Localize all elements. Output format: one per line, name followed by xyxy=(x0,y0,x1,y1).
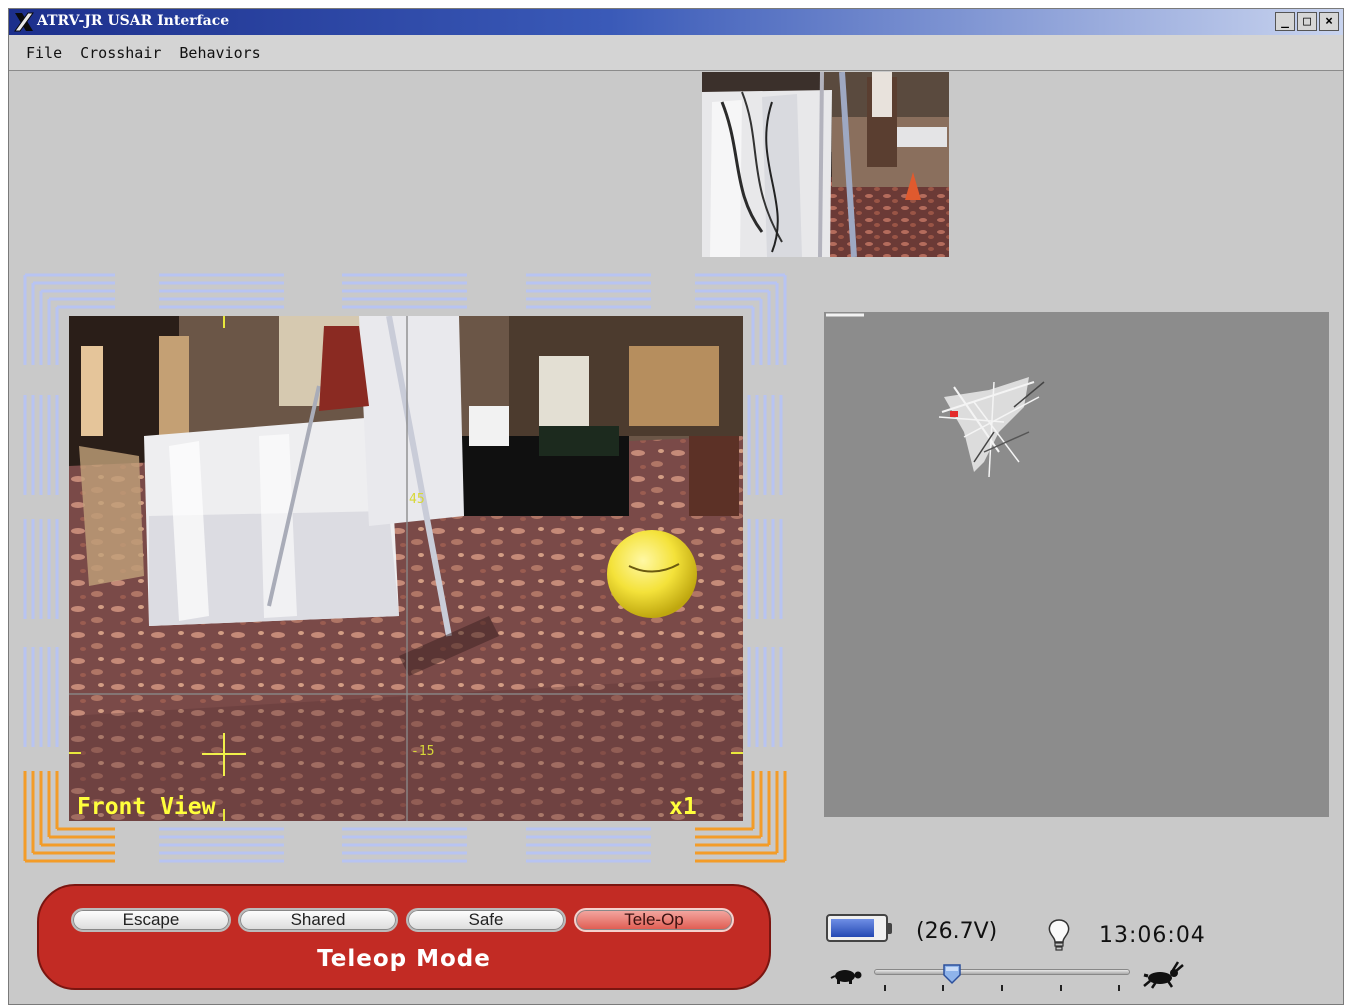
clock: 13:06:04 xyxy=(1099,923,1206,948)
robot-position-marker xyxy=(950,411,958,417)
speed-slider-handle[interactable] xyxy=(942,963,962,985)
maximize-button[interactable]: □ xyxy=(1297,12,1317,31)
status-area: (26.7V) 13:06:04 xyxy=(824,907,1224,997)
occupancy-map[interactable] xyxy=(824,312,1329,817)
minimize-button[interactable]: _ xyxy=(1275,12,1295,31)
front-camera-image xyxy=(69,316,743,821)
safe-mode-button[interactable]: Safe xyxy=(406,908,566,932)
front-view-label: Front View xyxy=(77,794,216,820)
speed-slider[interactable] xyxy=(874,964,1130,985)
teleop-mode-button[interactable]: Tele-Op xyxy=(574,908,734,932)
zoom-label: x1 xyxy=(669,794,697,820)
turtle-icon xyxy=(830,970,862,984)
mode-title: Teleop Mode xyxy=(317,946,491,972)
front-camera-view: 45 -15 Front View x1 xyxy=(69,316,743,821)
battery-level xyxy=(831,919,874,937)
tilt-scale-lower: -15 xyxy=(411,744,435,759)
escape-mode-button[interactable]: Escape xyxy=(71,908,231,932)
battery-voltage: (26.7V) xyxy=(916,919,998,944)
app-window: ATRV-JR USAR Interface _ □ × File Crossh… xyxy=(8,8,1344,1005)
map-canvas xyxy=(826,313,1045,478)
speed-slider-ticks xyxy=(874,985,1130,993)
light-bulb-icon[interactable] xyxy=(1044,917,1074,953)
map-scan-points xyxy=(938,377,1045,478)
close-button[interactable]: × xyxy=(1319,12,1339,31)
tilt-scale-upper: 45 xyxy=(409,492,425,507)
window-controls: _ □ × xyxy=(1275,12,1339,31)
shared-mode-button[interactable]: Shared xyxy=(238,908,398,932)
rabbit-icon xyxy=(1143,961,1184,989)
mode-panel: Escape Shared Safe Tele-Op Teleop Mode xyxy=(37,884,771,990)
battery-icon xyxy=(826,914,892,942)
